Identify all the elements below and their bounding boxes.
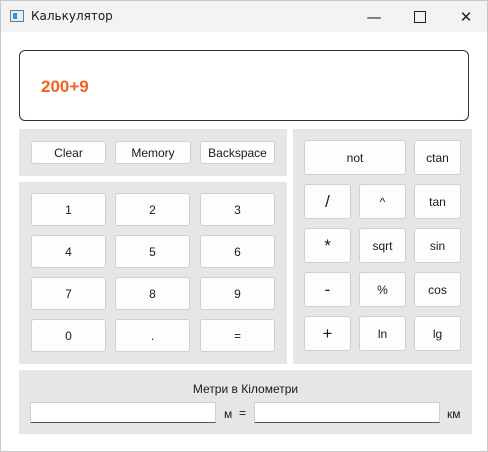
key-8-button[interactable]: 8: [115, 277, 190, 310]
key-2-button[interactable]: 2: [115, 193, 190, 226]
app-icon: [10, 10, 24, 22]
title-bar: Калькулятор — ✕: [1, 1, 487, 32]
ln-button[interactable]: ln: [359, 316, 406, 351]
key-4-button[interactable]: 4: [31, 235, 106, 268]
calculator-window: Калькулятор — ✕ 200+9 Clear Memory Backs…: [0, 0, 488, 452]
clear-button[interactable]: Clear: [31, 141, 106, 164]
cos-button[interactable]: cos: [414, 272, 461, 307]
kilometers-input[interactable]: [254, 402, 440, 423]
kilometers-unit-label: км: [447, 407, 461, 421]
close-icon: ✕: [459, 7, 473, 26]
plus-button[interactable]: +: [304, 316, 351, 351]
key-5-button[interactable]: 5: [115, 235, 190, 268]
converter-panel: Метри в Кілометри м = км: [19, 370, 472, 434]
ctan-button[interactable]: ctan: [414, 140, 461, 175]
functions-panel: not ctan / ^ tan * sqrt sin - % cos + ln…: [293, 129, 472, 364]
backspace-button[interactable]: Backspace: [200, 141, 275, 164]
key-9-button[interactable]: 9: [200, 277, 275, 310]
key-0-button[interactable]: 0: [31, 319, 106, 352]
keypad-panel: 1 2 3 4 5 6 7 8 9 0. =: [19, 182, 287, 364]
key-equals-button[interactable]: =: [200, 319, 275, 352]
key-7-button[interactable]: 7: [31, 277, 106, 310]
sin-button[interactable]: sin: [414, 228, 461, 263]
key-6-button[interactable]: 6: [200, 235, 275, 268]
not-button[interactable]: not: [304, 140, 406, 175]
minimize-button[interactable]: —: [351, 1, 397, 32]
key-decimal-point-button[interactable]: .: [115, 319, 190, 352]
display-expression: 200+9: [41, 77, 89, 96]
key-3-button[interactable]: 3: [200, 193, 275, 226]
sqrt-button[interactable]: sqrt: [359, 228, 406, 263]
maximize-button[interactable]: [397, 1, 443, 32]
converter-title: Метри в Кілометри: [192, 382, 299, 396]
divide-button[interactable]: /: [304, 184, 351, 219]
memory-button[interactable]: Memory: [115, 141, 191, 164]
lg-button[interactable]: lg: [414, 316, 461, 351]
display-screen: 200+9: [19, 50, 469, 121]
percent-button[interactable]: %: [359, 272, 406, 307]
maximize-icon: [414, 10, 426, 23]
key-1-button[interactable]: 1: [31, 193, 106, 226]
equals-label: =: [239, 406, 247, 420]
calculator-body: 200+9 Clear Memory Backspace 123 456 789 0.…: [1, 32, 487, 451]
power-button[interactable]: ^: [359, 184, 406, 219]
multiply-button[interactable]: *: [304, 228, 351, 263]
meters-unit-label: м: [224, 407, 233, 421]
window-title: Калькулятор: [31, 9, 113, 23]
tan-button[interactable]: tan: [414, 184, 461, 219]
controls-panel: Clear Memory Backspace: [19, 129, 287, 176]
minimize-icon: —: [366, 7, 382, 26]
close-button[interactable]: ✕: [443, 1, 488, 32]
meters-input[interactable]: [30, 402, 216, 423]
minus-button[interactable]: -: [304, 272, 351, 307]
